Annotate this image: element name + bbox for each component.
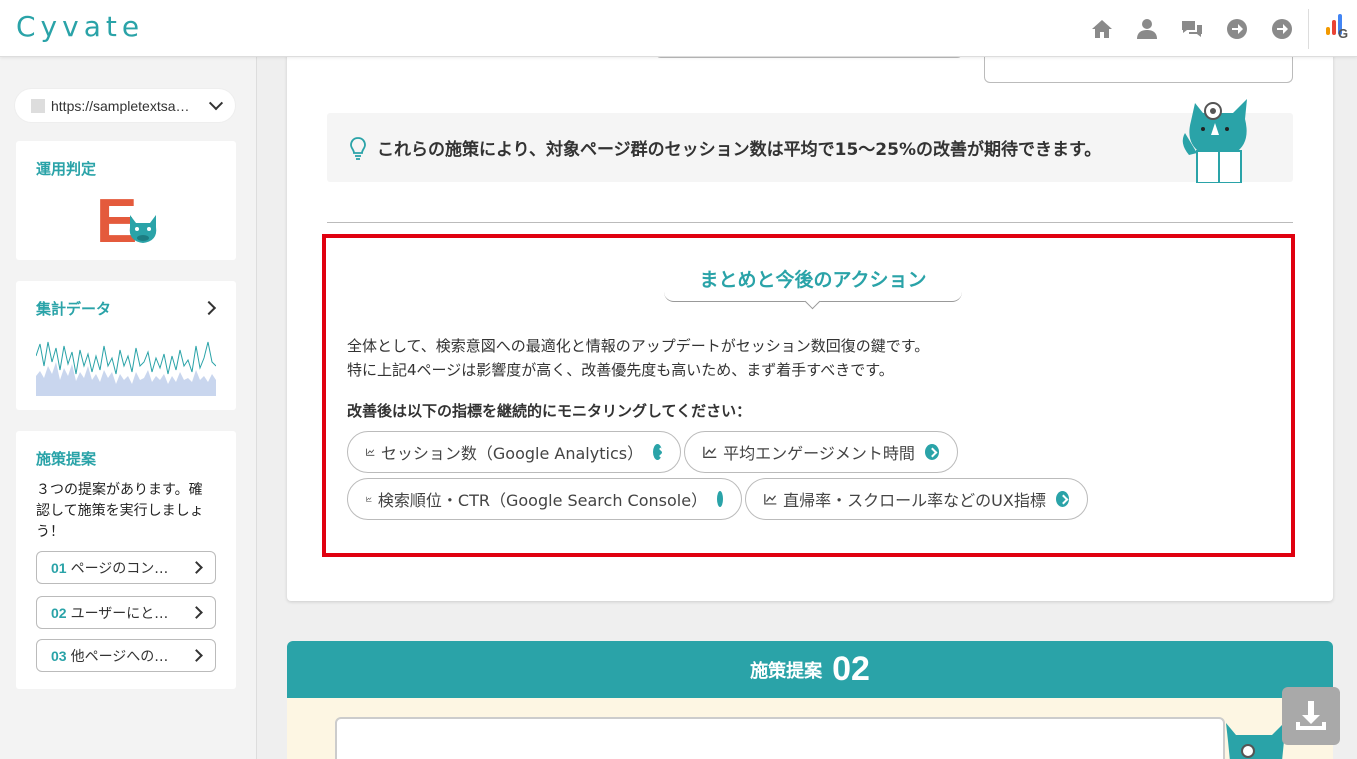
aggregate-card[interactable]: 集計データ xyxy=(16,281,236,410)
download-button[interactable] xyxy=(1282,687,1340,745)
user-icon[interactable] xyxy=(1124,0,1169,57)
line-chart-icon xyxy=(366,496,372,502)
summary-paragraph: 全体として、検索意図への最適化と情報のアップデートがセッション数回復の鍵です。 xyxy=(347,337,930,355)
metrics-heading: 改善後は以下の指標を継続的にモニタリングしてください： xyxy=(347,402,752,420)
lightbulb-icon xyxy=(350,136,366,160)
arrow-circle-icon[interactable] xyxy=(1259,0,1304,57)
metric-chip-label: 直帰率・スクロール率などのUX指標 xyxy=(783,491,1046,510)
google-analytics-icon[interactable]: G xyxy=(1317,0,1357,57)
top-icon-bar: G xyxy=(1079,0,1357,57)
chat-icon[interactable] xyxy=(1169,0,1214,57)
metric-chip-engagement[interactable]: 平均エンゲージメント時間 xyxy=(684,431,958,473)
arrow-circle-icon xyxy=(653,444,662,460)
app-logo[interactable]: Cyvate xyxy=(16,10,144,43)
chevron-right-icon xyxy=(190,649,203,662)
rhino-doctor-mascot-icon xyxy=(1182,99,1247,183)
chevron-right-icon xyxy=(190,606,203,619)
rhino-mascot-icon xyxy=(129,215,157,243)
suggestion-card-number: 02 xyxy=(832,650,870,688)
section-divider xyxy=(327,222,1293,223)
metric-chip-label: 検索順位・CTR（Google Search Console） xyxy=(377,491,708,510)
sidebar: https://sampletextsa… 運用判定 E 集計データ 施策提案 … xyxy=(0,57,257,759)
line-chart-icon xyxy=(366,448,375,456)
summary-section: まとめと今後のアクション 全体として、検索意図への最適化と情報のアップデートがセ… xyxy=(322,234,1295,557)
metric-chip-label: 平均エンゲージメント時間 xyxy=(723,444,915,463)
favicon-icon xyxy=(31,98,45,113)
metric-chip-label: セッション数（Google Analytics） xyxy=(380,444,644,463)
divider xyxy=(1308,8,1309,49)
suggestion-content-box xyxy=(335,717,1225,759)
suggestion-label: ページのコン… xyxy=(70,560,169,577)
judgement-card: 運用判定 E xyxy=(16,141,236,260)
suggestion-number: 02 xyxy=(51,604,67,621)
chevron-right-icon xyxy=(201,300,217,316)
top-bar: Cyvate G xyxy=(0,0,1357,57)
summary-paragraph: 特に上記4ページは影響度が高く、改善優先度も高いため、まず着手すべきです。 xyxy=(347,361,894,379)
suggestions-title: 施策提案 xyxy=(36,450,97,468)
suggestion-card-label: 施策提案 xyxy=(750,660,823,682)
tip-text: これらの施策により、対象ページ群のセッション数は平均で15〜25%の改善が期待で… xyxy=(377,140,1102,160)
suggestion-button-03[interactable]: 03 他ページへの… xyxy=(36,639,216,672)
suggestion-button-01[interactable]: 01 ページのコン… xyxy=(36,551,216,584)
home-icon[interactable] xyxy=(1079,0,1124,57)
suggestions-card: 施策提案 ３つの提案があります。確認して施策を実行しましょう！ 01 ページのコ… xyxy=(16,431,236,689)
chevron-down-icon xyxy=(208,95,224,110)
arrow-circle-icon xyxy=(1055,491,1069,507)
arrow-circle-icon xyxy=(924,444,939,460)
line-chart-icon xyxy=(703,446,717,458)
judgement-title: 運用判定 xyxy=(36,160,97,178)
aggregate-title: 集計データ xyxy=(36,300,112,318)
metric-chip-ux[interactable]: 直帰率・スクロール率などのUX指標 xyxy=(745,478,1088,520)
url-select-value: https://sampletextsa… xyxy=(51,97,190,114)
metric-chip-sessions[interactable]: セッション数（Google Analytics） xyxy=(347,431,681,473)
suggestion-card-header: 施策提案 02 xyxy=(287,641,1333,698)
url-select[interactable]: https://sampletextsa… xyxy=(15,89,235,122)
line-chart-icon xyxy=(764,494,777,505)
summary-title: まとめと今後のアクション xyxy=(664,266,962,302)
suggestion-number: 01 xyxy=(51,559,67,576)
chevron-right-icon xyxy=(190,561,203,574)
suggestion-label: ユーザーにと… xyxy=(70,605,169,622)
arrow-circle-icon[interactable] xyxy=(1214,0,1259,57)
suggestions-description: ３つの提案があります。確認して施策を実行しましょう！ xyxy=(36,482,204,540)
suggestion-number: 03 xyxy=(51,647,67,664)
suggestion-label: 他ページへの… xyxy=(70,648,169,665)
metric-chip-ranking[interactable]: 検索順位・CTR（Google Search Console） xyxy=(347,478,742,520)
suggestion-card-02: 施策提案 02 xyxy=(287,641,1333,759)
sparkline-chart xyxy=(36,341,216,396)
arrow-circle-icon xyxy=(717,491,723,507)
ga-letter: G xyxy=(1338,26,1349,41)
suggestion-button-02[interactable]: 02 ユーザーにと… xyxy=(36,596,216,629)
download-icon xyxy=(1296,701,1326,730)
tip-banner: これらの施策により、対象ページ群のセッション数は平均で15〜25%の改善が期待で… xyxy=(327,113,1293,182)
